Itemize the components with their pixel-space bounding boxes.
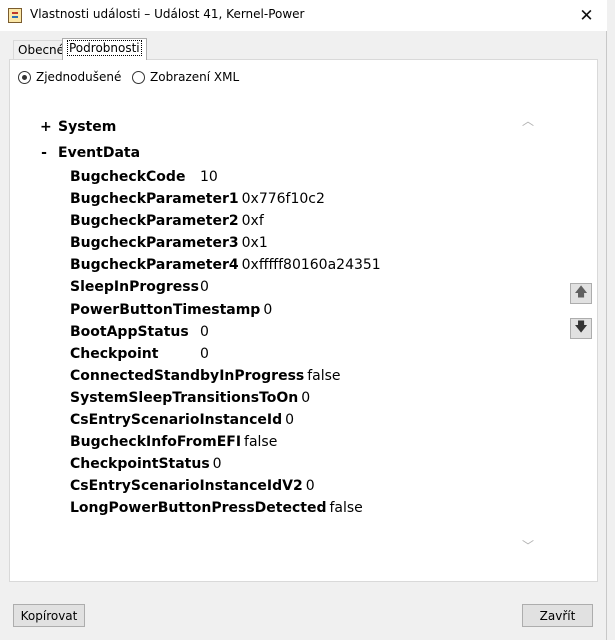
data-field-value: 0xf: [241, 213, 264, 230]
data-field-value: 0xfffff80160a24351: [241, 257, 381, 274]
data-field-name: BugcheckParameter3: [70, 235, 239, 252]
data-row: BugcheckParameter4 0xfffff80160a24351: [70, 257, 510, 279]
next-event-button[interactable]: 🡇: [570, 318, 592, 339]
data-field-name: SleepInProgress: [70, 279, 199, 296]
tree-node-system[interactable]: + System: [40, 119, 116, 135]
data-field-value: 10: [200, 169, 218, 185]
data-field-name: BugcheckInfoFromEFI: [70, 434, 242, 451]
data-row: BootAppStatus 0: [70, 324, 510, 346]
data-row: Checkpoint 0: [70, 346, 510, 368]
arrow-up-icon: 🡅: [574, 284, 588, 300]
data-field-name: BugcheckCode: [70, 169, 186, 185]
data-field-value: 0: [285, 412, 295, 429]
chevron-down-icon[interactable]: ﹀: [521, 540, 535, 552]
collapse-toggle[interactable]: -: [40, 145, 48, 161]
close-button[interactable]: Zavřít: [522, 604, 593, 627]
data-field-value: false: [307, 367, 341, 384]
data-row: SystemSleepTransitionsToOn 0: [70, 390, 510, 412]
tab-details-label: Podrobnosti: [67, 40, 142, 56]
radio-checked-icon: [18, 70, 31, 84]
data-row: PowerButtonTimestamp 0: [70, 302, 510, 324]
data-field-value: 0x776f10c2: [241, 191, 325, 208]
xml-view-radio[interactable]: Zobrazení XML: [132, 70, 239, 84]
data-field-value: 0: [263, 301, 273, 318]
data-row: CheckpointStatus 0: [70, 456, 510, 478]
data-field-value: 0x1: [241, 235, 268, 252]
close-icon[interactable]: ✕: [566, 0, 607, 31]
data-field-name: CsEntryScenarioInstanceId: [70, 412, 283, 429]
copy-button[interactable]: Kopírovat: [13, 604, 85, 627]
radio-unchecked-icon: [132, 70, 145, 84]
tree-node-label: EventData: [58, 145, 141, 161]
window-title: Vlastnosti události – Událost 41, Kernel…: [30, 7, 305, 21]
data-row: BugcheckInfoFromEFI false: [70, 434, 510, 456]
data-field-value: 0: [301, 389, 311, 406]
data-row: BugcheckCode 10: [70, 169, 510, 191]
data-field-value: 0: [305, 478, 315, 495]
tab-general-label: Obecné: [18, 43, 65, 57]
data-row: BugcheckParameter1 0x776f10c2: [70, 191, 510, 213]
event-data-list: BugcheckCode 10 BugcheckParameter1 0x776…: [70, 169, 510, 523]
data-field-name: BugcheckParameter2: [70, 213, 239, 230]
previous-event-button[interactable]: 🡅: [570, 283, 592, 304]
xml-view-label: Zobrazení XML: [150, 70, 240, 84]
dialog-window: Vlastnosti události – Událost 41, Kernel…: [0, 0, 607, 640]
data-field-name: BootAppStatus: [70, 323, 189, 340]
data-field-name: PowerButtonTimestamp: [70, 301, 261, 318]
data-row: ConnectedStandbyInProgress false: [70, 368, 510, 390]
friendly-view-radio[interactable]: Zjednodušené: [18, 70, 121, 84]
chevron-up-icon[interactable]: ︿: [521, 115, 535, 127]
data-field-value: 0: [200, 345, 209, 362]
data-field-name: ConnectedStandbyInProgress: [70, 367, 305, 384]
data-field-name: Checkpoint: [70, 345, 159, 362]
data-field-value: false: [244, 434, 278, 451]
event-viewer-icon: [8, 8, 22, 23]
tab-details[interactable]: Podrobnosti: [62, 38, 147, 60]
data-field-name: BugcheckParameter1: [70, 191, 239, 208]
tab-general[interactable]: Obecné: [13, 40, 70, 59]
tree-node-eventdata[interactable]: - EventData: [40, 145, 140, 161]
expand-toggle[interactable]: +: [40, 119, 52, 135]
data-row: CsEntryScenarioInstanceId 0: [70, 412, 510, 434]
data-field-name: BugcheckParameter4: [70, 257, 239, 274]
data-field-name: SystemSleepTransitionsToOn: [70, 389, 299, 406]
data-field-name: LongPowerButtonPressDetected: [70, 500, 327, 517]
data-field-name: CsEntryScenarioInstanceIdV2: [70, 478, 303, 495]
tree-node-label: System: [58, 119, 117, 135]
data-row: BugcheckParameter3 0x1: [70, 235, 510, 257]
arrow-down-icon: 🡇: [574, 319, 588, 335]
data-row: CsEntryScenarioInstanceIdV2 0: [70, 478, 510, 500]
data-field-value: 0: [200, 323, 209, 340]
title-bar[interactable]: Vlastnosti události – Událost 41, Kernel…: [0, 0, 607, 31]
friendly-view-label: Zjednodušené: [36, 70, 122, 84]
data-field-name: CheckpointStatus: [70, 456, 210, 473]
data-row: BugcheckParameter2 0xf: [70, 213, 510, 235]
data-row: LongPowerButtonPressDetected false: [70, 500, 510, 522]
data-field-value: false: [329, 500, 363, 517]
data-row: SleepInProgress 0: [70, 279, 510, 301]
data-field-value: 0: [200, 279, 209, 296]
data-field-value: 0: [212, 456, 222, 473]
